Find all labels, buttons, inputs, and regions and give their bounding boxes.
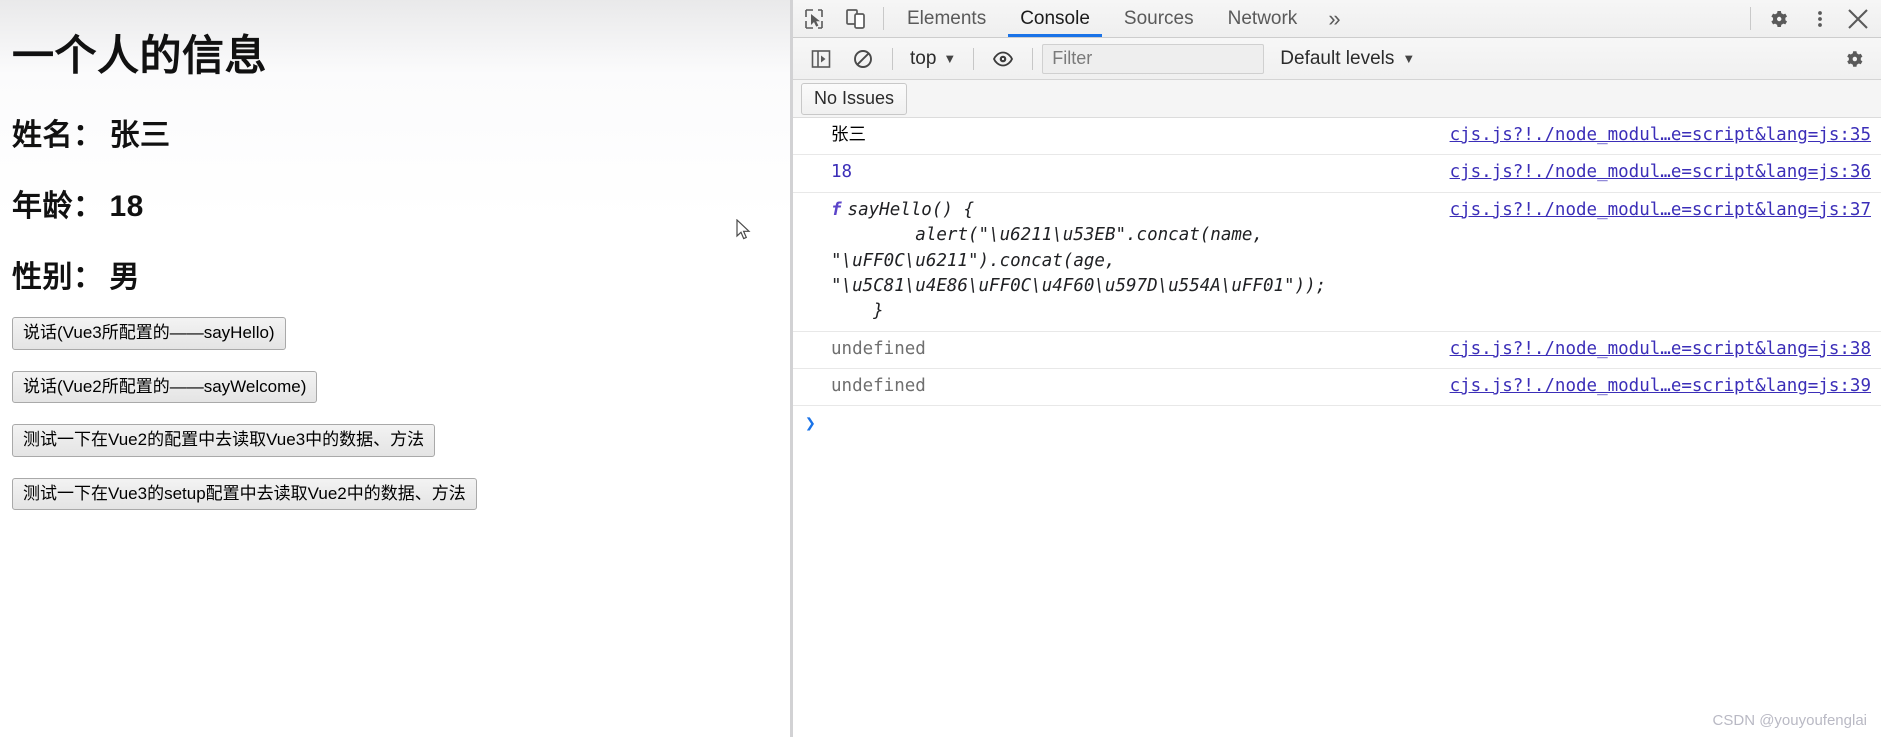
- log-levels-label: Default levels: [1280, 47, 1395, 69]
- device-toolbar-icon[interactable]: [835, 0, 877, 37]
- field-name-label: 姓名：: [12, 119, 104, 152]
- console-message-text: undefined: [831, 338, 926, 359]
- console-message: f sayHello() { alert("\u6211\u53EB".conca…: [793, 193, 1881, 332]
- toolbar-divider-1: [892, 47, 893, 70]
- field-gender: 性别：男: [12, 252, 793, 296]
- console-message-text: undefined: [831, 376, 926, 396]
- field-gender-value: 男: [109, 261, 140, 294]
- console-message: 张三 cjs.js?!./node_modul…e=script&lang=js…: [793, 118, 1881, 156]
- toolbar-divider: [883, 7, 884, 30]
- field-gender-label: 性别：: [12, 261, 104, 294]
- test-vue2-read-vue3-button[interactable]: 测试一下在Vue2的配置中去读取Vue3中的数据、方法: [12, 424, 436, 457]
- button-row-2: 说话(Vue2所配置的——sayWelcome): [12, 370, 793, 404]
- function-keyword: f: [831, 199, 842, 220]
- toolbar-divider-2: [973, 47, 975, 70]
- console-prompt[interactable]: ❯: [793, 406, 1881, 440]
- field-age: 年龄： 18: [12, 181, 793, 225]
- no-issues-button[interactable]: No Issues: [801, 82, 908, 115]
- button-row-3: 测试一下在Vue2的配置中去读取Vue3中的数据、方法: [12, 424, 793, 457]
- console-message: undefined cjs.js?!./node_modul…e=script&…: [793, 369, 1881, 407]
- page-title: 一个人的信息: [12, 32, 268, 79]
- field-age-value: 18: [109, 190, 144, 223]
- prompt-caret-icon: ❯: [805, 412, 816, 434]
- field-age-label: 年龄：: [12, 190, 104, 223]
- context-selector[interactable]: top ▼: [902, 48, 964, 70]
- toolbar-divider-right: [1750, 7, 1751, 30]
- console-message-text: 张三: [831, 125, 866, 145]
- devtools-tab-list: Elements Console Sources Network »: [890, 0, 1744, 37]
- console-message: 18 cjs.js?!./node_modul…e=script&lang=js…: [793, 155, 1881, 193]
- field-name: 姓名： 张三: [12, 110, 793, 154]
- tab-console[interactable]: Console: [1003, 0, 1107, 37]
- console-toolbar: top ▼ Filter Default levels ▼: [793, 38, 1881, 80]
- say-welcome-button[interactable]: 说话(Vue2所配置的——sayWelcome): [12, 370, 318, 404]
- clear-console-icon[interactable]: [843, 44, 883, 74]
- more-tabs-icon[interactable]: »: [1314, 0, 1354, 37]
- filter-input[interactable]: Filter: [1042, 43, 1265, 74]
- console-message-function: f sayHello() { alert("\u6211\u53EB".conca…: [831, 198, 1326, 325]
- console-sidebar-icon[interactable]: [801, 44, 841, 74]
- context-selector-label: top: [910, 47, 937, 69]
- console-message: undefined cjs.js?!./node_modul…e=script&…: [793, 332, 1881, 369]
- field-name-value: 张三: [109, 119, 171, 152]
- inspect-element-icon[interactable]: [793, 0, 835, 37]
- devtools-panel: Elements Console Sources Network » top ▼…: [793, 0, 1881, 737]
- filter-placeholder: Filter: [1052, 48, 1093, 68]
- tab-network[interactable]: Network: [1211, 0, 1315, 37]
- console-message-source-link[interactable]: cjs.js?!./node_modul…e=script&lang=js:35: [1450, 123, 1871, 148]
- tab-sources[interactable]: Sources: [1107, 0, 1211, 37]
- issues-bar: No Issues: [793, 80, 1881, 118]
- button-row-1: 说话(Vue3所配置的——sayHello): [12, 317, 793, 350]
- log-levels-dropdown[interactable]: Default levels ▼: [1280, 48, 1415, 70]
- console-message-text: 18: [831, 162, 853, 183]
- devtools-tabbar-actions: [1744, 0, 1881, 37]
- gear-icon[interactable]: [1757, 0, 1799, 37]
- devtools-tabbar: Elements Console Sources Network »: [793, 0, 1881, 38]
- close-icon[interactable]: [1841, 0, 1881, 37]
- console-message-list[interactable]: 张三 cjs.js?!./node_modul…e=script&lang=js…: [793, 118, 1881, 737]
- console-settings-gear-icon[interactable]: [1835, 47, 1873, 71]
- console-message-source-link[interactable]: cjs.js?!./node_modul…e=script&lang=js:36: [1450, 160, 1871, 185]
- web-page-pane: 一个人的信息 姓名： 张三 年龄： 18 性别：男 说话(Vue3所配置的——say…: [0, 0, 793, 737]
- chevron-down-icon: ▼: [943, 51, 957, 66]
- watermark: CSDN @youyoufenglai: [1712, 712, 1867, 729]
- console-message-source-link[interactable]: cjs.js?!./node_modul…e=script&lang=js:38: [1450, 337, 1871, 362]
- button-row-4: 测试一下在Vue3的setup配置中去读取Vue2中的数据、方法: [12, 477, 793, 511]
- mouse-cursor-icon: [736, 219, 751, 240]
- live-expression-icon[interactable]: [983, 44, 1023, 74]
- toolbar-divider-3: [1032, 47, 1034, 70]
- screenshot-root: 一个人的信息 姓名： 张三 年龄： 18 性别：男 说话(Vue3所配置的——say…: [0, 0, 1881, 737]
- console-message-text: sayHello() { alert("\u6211\u53EB".concat…: [831, 199, 1327, 322]
- test-vue3-setup-read-vue2-button[interactable]: 测试一下在Vue3的setup配置中去读取Vue2中的数据、方法: [12, 477, 477, 511]
- console-message-source-link[interactable]: cjs.js?!./node_modul…e=script&lang=js:37: [1450, 198, 1871, 223]
- console-message-source-link[interactable]: cjs.js?!./node_modul…e=script&lang=js:39: [1450, 374, 1871, 399]
- tab-elements[interactable]: Elements: [890, 0, 1003, 37]
- say-hello-button[interactable]: 说话(Vue3所配置的——sayHello): [12, 317, 286, 350]
- more-options-icon[interactable]: [1799, 0, 1841, 37]
- chevron-down-icon-levels: ▼: [1402, 51, 1416, 66]
